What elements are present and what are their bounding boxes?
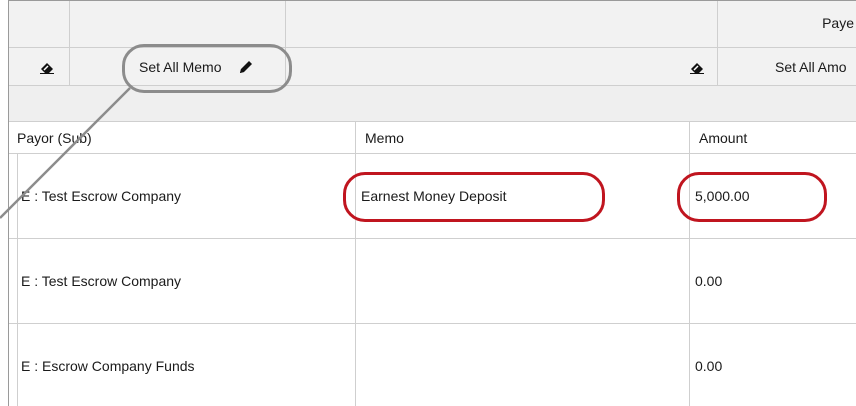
column-header-amount[interactable]: Amount bbox=[699, 122, 849, 153]
set-all-memo-callout bbox=[122, 44, 292, 93]
payee-column-header: Paye bbox=[822, 15, 854, 31]
memo-highlight bbox=[343, 172, 605, 222]
amount-highlight bbox=[677, 172, 827, 222]
table-row[interactable]: E : Escrow Company Funds 0.00 bbox=[9, 324, 856, 406]
payor-cell[interactable]: E : Escrow Company Funds bbox=[21, 324, 351, 406]
amount-cell[interactable]: 0.00 bbox=[695, 239, 845, 323]
column-header-payor[interactable]: Payor (Sub) bbox=[17, 122, 347, 153]
amount-cell[interactable]: 0.00 bbox=[695, 324, 845, 406]
header-band-top: Paye bbox=[9, 1, 856, 48]
memo-cell[interactable] bbox=[361, 324, 681, 406]
table-row[interactable]: E : Test Escrow Company 0.00 bbox=[9, 239, 856, 324]
payor-cell[interactable]: E : Test Escrow Company bbox=[21, 154, 351, 238]
column-header-row: Payor (Sub) Memo Amount bbox=[9, 122, 856, 154]
eraser-icon bbox=[40, 62, 54, 74]
set-all-amount-button[interactable]: Set All Amo bbox=[775, 48, 856, 85]
eraser-icon bbox=[690, 62, 704, 74]
payor-cell[interactable]: E : Test Escrow Company bbox=[21, 239, 351, 323]
clear-amount-button[interactable] bbox=[689, 48, 713, 85]
clear-memo-button[interactable] bbox=[39, 48, 63, 85]
set-all-amount-label: Set All Amo bbox=[775, 58, 847, 75]
column-header-memo[interactable]: Memo bbox=[365, 122, 685, 153]
memo-cell[interactable] bbox=[361, 239, 681, 323]
